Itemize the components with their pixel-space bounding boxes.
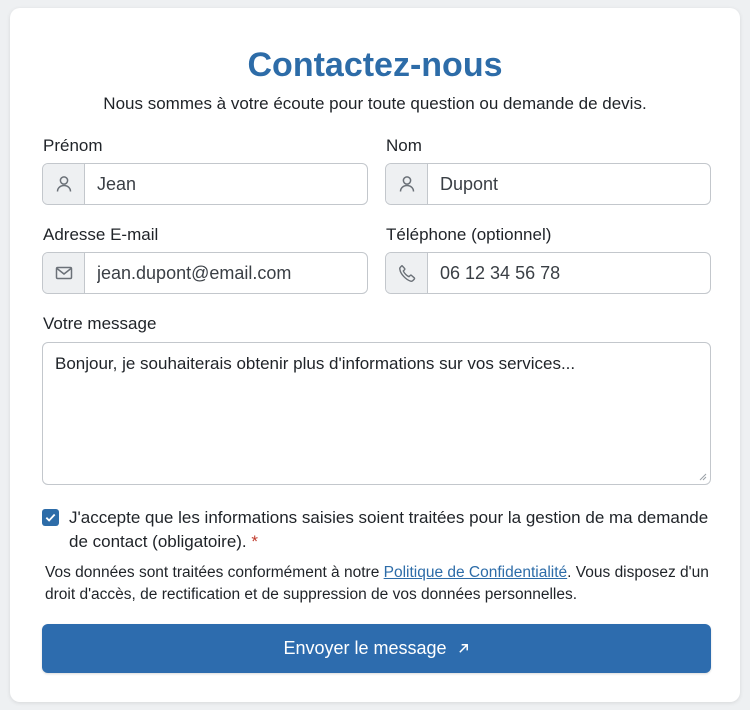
- consent-row: J'accepte que les informations saisies s…: [42, 506, 712, 554]
- privacy-notice: Vos données sont traitées conformément à…: [45, 562, 717, 606]
- privacy-text-before: Vos données sont traitées conformément à…: [45, 564, 384, 581]
- required-mark: *: [251, 532, 259, 551]
- last-name-field[interactable]: [385, 163, 711, 205]
- checkmark-icon: [45, 513, 56, 522]
- contact-form-card: Contactez-nous Nous sommes à votre écout…: [10, 8, 740, 702]
- phone-label: Téléphone (optionnel): [386, 225, 552, 244]
- submit-label: Envoyer le message: [283, 638, 447, 658]
- arrow-up-right-icon: [457, 642, 470, 655]
- privacy-policy-link[interactable]: Politique de Confidentialité: [384, 564, 568, 581]
- message-label: Votre message: [43, 314, 157, 333]
- consent-text: J'accepte que les informations saisies s…: [69, 508, 709, 551]
- first-name-field[interactable]: [42, 163, 368, 205]
- submit-button[interactable]: Envoyer le message: [42, 624, 711, 673]
- consent-label[interactable]: J'accepte que les informations saisies s…: [69, 506, 712, 554]
- email-field[interactable]: [42, 252, 368, 294]
- message-textarea[interactable]: Bonjour, je souhaiterais obtenir plus d'…: [43, 343, 710, 484]
- last-name-input[interactable]: [428, 164, 710, 204]
- form-subtitle: Nous sommes à votre écoute pour toute qu…: [103, 94, 647, 113]
- email-input[interactable]: [85, 253, 367, 293]
- last-name-label: Nom: [386, 136, 422, 155]
- form-title: Contactez-nous: [247, 46, 503, 84]
- phone-input[interactable]: [428, 253, 710, 293]
- phone-field[interactable]: [385, 252, 711, 294]
- first-name-input[interactable]: [85, 164, 367, 204]
- user-icon: [386, 164, 428, 204]
- email-label: Adresse E-mail: [43, 225, 159, 244]
- first-name-label: Prénom: [43, 136, 103, 155]
- mail-icon: [43, 253, 85, 293]
- resize-handle-icon[interactable]: [697, 471, 707, 481]
- user-icon: [43, 164, 85, 204]
- phone-icon: [386, 253, 428, 293]
- consent-checkbox[interactable]: [42, 509, 59, 526]
- message-field[interactable]: Bonjour, je souhaiterais obtenir plus d'…: [42, 342, 711, 485]
